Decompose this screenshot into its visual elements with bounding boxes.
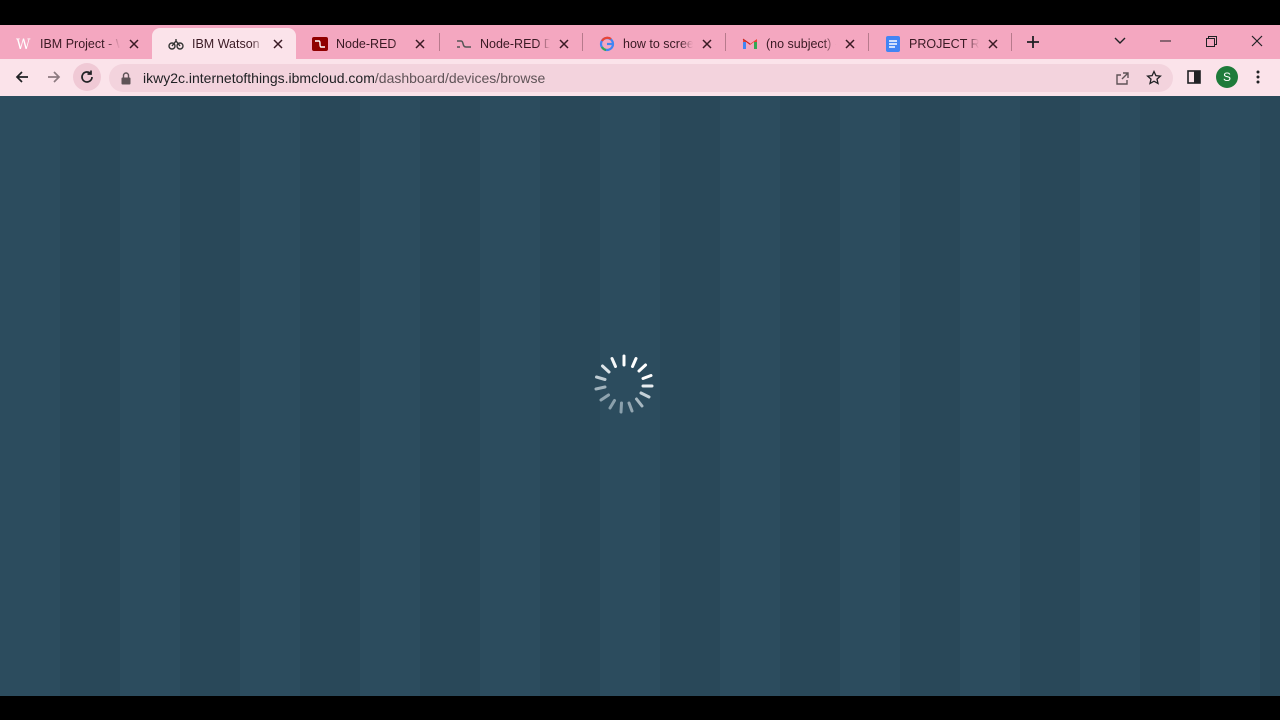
screen-frame: W IBM Project - W IBM Watson Io Node-RED (0, 0, 1280, 720)
avatar: S (1216, 66, 1238, 88)
share-button[interactable] (1108, 64, 1136, 92)
arrow-left-icon (15, 71, 28, 83)
tab-ibm-project[interactable]: W IBM Project - W (0, 28, 152, 59)
tab-node-red[interactable]: Node-RED (296, 28, 438, 59)
close-tab-icon[interactable] (126, 36, 142, 52)
forward-button[interactable] (40, 63, 68, 91)
close-window-button[interactable] (1234, 25, 1280, 57)
docs-icon (885, 35, 901, 52)
minimize-icon (1159, 40, 1171, 42)
lock-icon (121, 71, 133, 85)
side-panel-button[interactable] (1180, 63, 1208, 91)
url-text: ikwy2c.internetofthings.ibmcloud.com/das… (143, 70, 545, 86)
more-vertical-icon (1256, 70, 1260, 84)
arrow-right-icon (48, 71, 61, 83)
tab-separator (1011, 33, 1012, 51)
share-icon (1115, 71, 1129, 85)
address-bar[interactable]: ikwy2c.internetofthings.ibmcloud.com/das… (109, 64, 1173, 92)
star-icon (1146, 70, 1162, 85)
wikipedia-icon: W (16, 36, 32, 52)
profile-button[interactable]: S (1213, 63, 1241, 91)
tab-title: IBM Project - W (40, 36, 120, 51)
loading-spinner-icon (594, 354, 654, 414)
restore-button[interactable] (1188, 25, 1234, 57)
bottom-letterbox (0, 696, 1280, 720)
node-red-icon (312, 36, 328, 52)
tab-title: (no subject) - s (766, 36, 836, 51)
browser-toolbar: ikwy2c.internetofthings.ibmcloud.com/das… (0, 59, 1280, 96)
bookmark-button[interactable] (1140, 64, 1168, 92)
gmail-icon (742, 36, 758, 52)
tab-title: IBM Watson Io (192, 36, 264, 51)
chevron-down-icon (1114, 37, 1126, 44)
tab-gmail[interactable]: (no subject) - s (726, 28, 868, 59)
plus-icon (1027, 36, 1039, 48)
menu-button[interactable] (1244, 63, 1272, 91)
reload-icon (81, 70, 93, 83)
close-tab-icon[interactable] (412, 36, 428, 52)
reload-button[interactable] (73, 63, 101, 91)
google-icon (599, 36, 615, 52)
tab-strip: W IBM Project - W IBM Watson Io Node-RED (0, 25, 1280, 59)
tab-ibm-watson[interactable]: IBM Watson Io (152, 28, 296, 59)
page-content (0, 96, 1280, 696)
svg-text:W: W (16, 37, 31, 51)
url-host: ikwy2c.internetofthings.ibmcloud.com (143, 70, 375, 86)
tab-node-red-dashboard[interactable]: Node-RED Das (440, 28, 582, 59)
tab-google-search[interactable]: how to screen (583, 28, 725, 59)
back-button[interactable] (8, 63, 36, 91)
close-tab-icon[interactable] (556, 36, 572, 52)
side-panel-icon (1187, 70, 1201, 84)
close-tab-icon[interactable] (270, 36, 286, 52)
tab-project-report[interactable]: PROJECT REPO (869, 28, 1011, 59)
new-tab-button[interactable] (1020, 31, 1046, 53)
close-tab-icon[interactable] (842, 36, 858, 52)
restore-icon (1205, 35, 1217, 47)
close-tab-icon[interactable] (985, 36, 1001, 52)
iot-icon (168, 36, 184, 52)
close-tab-icon[interactable] (699, 36, 715, 52)
tab-search-button[interactable] (1097, 25, 1143, 57)
node-red-dashboard-icon (456, 36, 472, 52)
tab-title: PROJECT REPO (909, 36, 979, 51)
close-icon (1251, 35, 1263, 47)
tab-title: Node-RED (336, 36, 397, 51)
url-path: /dashboard/devices/browse (374, 70, 546, 86)
minimize-button[interactable] (1142, 25, 1188, 57)
tab-title: how to screen (623, 36, 693, 51)
tab-title: Node-RED Das (480, 36, 550, 51)
